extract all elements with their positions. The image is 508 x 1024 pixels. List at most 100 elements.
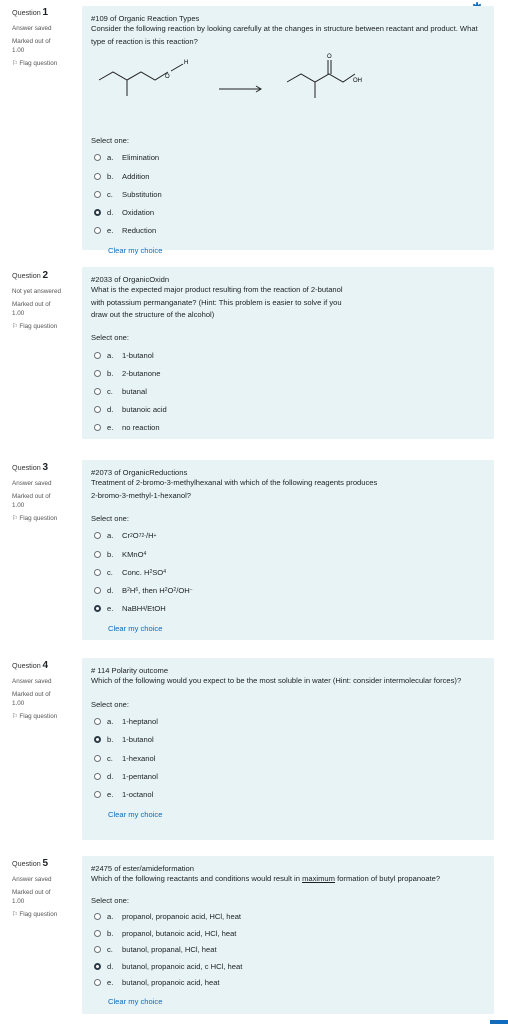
option-c[interactable]: c. butanal: [91, 382, 484, 400]
answer-options: a. 1-butanol b. 2-butanone c. butanal d. but…: [91, 346, 484, 437]
option-c[interactable]: c. Conc. H 2 SO 4: [91, 563, 484, 581]
select-one-label: Select one:: [91, 135, 129, 145]
question-state: Answer saved: [12, 479, 52, 487]
option-a[interactable]: a. 1-butanol: [91, 346, 484, 364]
answer-options: a. Cr 2 O 7 2-/H + b. KMnO 4 c. Conc. H 2 SO 4 d. B 2 H…: [91, 527, 484, 618]
question-text: Consider the following reaction by looki…: [91, 24, 478, 46]
radio-button[interactable]: [94, 586, 101, 594]
question-number: 1: [42, 7, 49, 18]
radio-button[interactable]: [94, 406, 101, 414]
question-state: Answer saved: [12, 677, 52, 685]
question-text: Which of the following reactants and con…: [91, 874, 441, 884]
flag-question[interactable]: ⚐ Flag question: [12, 713, 76, 722]
option-d[interactable]: d. B 2 H 6, then H 2 O 2/OH −: [91, 581, 484, 599]
product-chain: [286, 73, 356, 83]
marked-out-of: Marked out of 1.00: [12, 889, 51, 905]
question-text: Treatment of 2-bromo-3-methylhexanal wit…: [91, 478, 378, 500]
option-c[interactable]: c. Substitution: [91, 185, 484, 203]
option-e[interactable]: e. NaBH 4/EtOH: [91, 600, 484, 618]
radio-button[interactable]: [94, 172, 101, 180]
option-a[interactable]: a. 1-heptanol: [91, 713, 484, 731]
answer-options: a. propanol, propanoic acid, HCl, heat b.…: [91, 909, 484, 992]
flag-question[interactable]: ⚐ Flag question: [12, 911, 76, 920]
option-e[interactable]: e. 1-octanol: [91, 785, 484, 803]
flag-question[interactable]: ⚐ Flag question: [12, 515, 76, 524]
option-e[interactable]: e. no reaction: [91, 419, 484, 437]
clear-choice-link[interactable]: Clear my choice: [108, 810, 162, 819]
flag-question[interactable]: ⚐ Flag question: [12, 323, 76, 332]
clear-choice-link[interactable]: Clear my choice: [108, 246, 162, 255]
option-b[interactable]: b. 2-butanone: [91, 364, 484, 382]
radio-button[interactable]: [94, 913, 101, 921]
flag-question[interactable]: ⚐ Flag question: [12, 60, 76, 69]
option-d[interactable]: d. butanoic acid: [91, 400, 484, 418]
radio-button[interactable]: [94, 550, 101, 558]
reaction-diagram: O H O OH: [91, 52, 484, 136]
question-info: Question 5 Answer saved Marked out of 1.0…: [12, 857, 76, 920]
option-b[interactable]: b. 1-butanol: [91, 731, 484, 749]
reactant-h-label: H: [184, 60, 188, 66]
radio-button[interactable]: [94, 387, 101, 395]
clear-choice-link[interactable]: Clear my choice: [108, 624, 162, 633]
reactant-oh-bond: [170, 63, 184, 72]
clear-choice-link[interactable]: Clear my choice: [108, 997, 162, 1006]
underlined-word: maximum: [302, 874, 335, 884]
question-number: 2: [42, 270, 49, 281]
marked-out-of: Marked out of 1.00: [12, 493, 51, 509]
radio-button[interactable]: [94, 424, 101, 432]
radio-button[interactable]: [94, 979, 101, 987]
option-d[interactable]: d. butanol, propanoic acid, c HCl, heat: [91, 958, 484, 975]
radio-button[interactable]: [94, 718, 101, 726]
option-d[interactable]: d. Oxidation: [91, 203, 484, 221]
marked-out-of: Marked out of 1.00: [12, 301, 51, 317]
radio-button[interactable]: [94, 532, 101, 540]
option-e[interactable]: e. butanol, propanoic acid, heat: [91, 975, 484, 992]
radio-button[interactable]: [94, 190, 101, 198]
select-one-label: Select one:: [91, 895, 129, 905]
question-label: Question: [12, 271, 41, 280]
option-c[interactable]: c. butanol, propanal, HCl, heat: [91, 942, 484, 959]
select-one-label: Select one:: [91, 699, 129, 709]
option-b[interactable]: b. propanol, butanoic acid, HCl, heat: [91, 925, 484, 942]
radio-button-selected[interactable]: [94, 962, 101, 970]
radio-button[interactable]: [94, 227, 101, 235]
question-label: Question: [12, 463, 41, 472]
question-text: What is the expected major product resul…: [91, 285, 343, 319]
radio-button[interactable]: [94, 772, 101, 780]
option-e[interactable]: e. Reduction: [91, 222, 484, 240]
radio-button[interactable]: [94, 929, 101, 937]
option-a[interactable]: a. Elimination: [91, 149, 484, 167]
option-d[interactable]: d. 1-pentanol: [91, 767, 484, 785]
radio-button-selected[interactable]: [94, 736, 101, 744]
scrollbar-thumb[interactable]: [490, 1020, 508, 1024]
radio-button[interactable]: [94, 369, 101, 377]
product-oh-label: OH: [353, 78, 362, 84]
radio-button-selected[interactable]: [94, 208, 101, 216]
select-one-label: Select one:: [91, 513, 129, 523]
radio-button[interactable]: [94, 351, 101, 359]
option-b[interactable]: b. Addition: [91, 167, 484, 185]
question-card: #2475 of ester/amideformation Which of t…: [82, 856, 494, 1014]
question-info: Question 1 Answer saved Marked out of 1.0…: [12, 6, 76, 69]
select-one-label: Select one:: [91, 332, 129, 342]
option-a[interactable]: a. Cr 2 O 7 2-/H +: [91, 527, 484, 545]
option-b[interactable]: b. KMnO 4: [91, 545, 484, 563]
question-info: Question 2 Not yet answered Marked out o…: [12, 269, 76, 332]
answer-options: a. Elimination b. Addition c. Substitution …: [91, 149, 484, 240]
radio-button-selected[interactable]: [94, 605, 101, 613]
radio-button[interactable]: [94, 568, 101, 576]
question-label: Question: [12, 8, 41, 17]
question-title: #2475 of ester/amideformation: [91, 864, 194, 873]
radio-button[interactable]: [94, 154, 101, 162]
option-a[interactable]: a. propanol, propanoic acid, HCl, heat: [91, 909, 484, 926]
question-title: #2033 of OrganicOxidn: [91, 275, 170, 284]
radio-button[interactable]: [94, 946, 101, 954]
radio-button[interactable]: [94, 754, 101, 762]
question-title: # 114 Polarity outcome: [91, 666, 169, 675]
question-number: 5: [42, 858, 49, 869]
question-card: #2033 of OrganicOxidn What is the expect…: [82, 267, 494, 439]
question-title: #109 of Organic Reaction Types: [91, 14, 200, 23]
question-state: Not yet answered: [12, 287, 62, 295]
option-c[interactable]: c. 1-hexanol: [91, 749, 484, 767]
radio-button[interactable]: [94, 790, 101, 798]
